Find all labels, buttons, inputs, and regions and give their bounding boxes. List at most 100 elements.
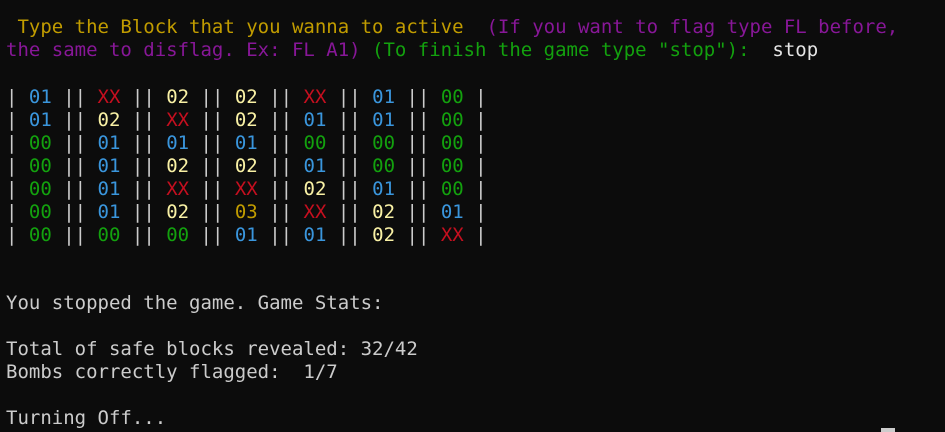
cell-separator: | bbox=[6, 224, 29, 246]
board-cell: XX bbox=[166, 109, 190, 131]
board-cell: 00 bbox=[97, 224, 121, 246]
cell-separator: | bbox=[463, 86, 487, 108]
cell-separator: || bbox=[326, 109, 373, 131]
board-cell: 01 bbox=[166, 132, 190, 154]
cell-separator: || bbox=[51, 224, 98, 246]
cell-separator: || bbox=[120, 109, 167, 131]
board-cell: 00 bbox=[440, 178, 464, 200]
board-cell: 02 bbox=[303, 178, 327, 200]
board-cell: 01 bbox=[303, 155, 327, 177]
prompt-line-2: the same to disflag. Ex: FL A1) (To fini… bbox=[6, 39, 818, 62]
board-cell: 02 bbox=[166, 155, 190, 177]
cell-separator: || bbox=[257, 132, 304, 154]
board-cell: 00 bbox=[28, 178, 52, 200]
cell-separator: || bbox=[257, 155, 304, 177]
board-cell: 01 bbox=[372, 86, 396, 108]
bombs-flagged-label: Bombs correctly flagged: bbox=[6, 361, 304, 383]
board-cell: 01 bbox=[234, 224, 258, 246]
cell-separator: || bbox=[257, 224, 304, 246]
board-row: | 00 || 00 || 00 || 01 || 01 || 02 || XX… bbox=[6, 224, 487, 247]
cell-separator: || bbox=[189, 155, 235, 177]
board-cell: 00 bbox=[440, 109, 464, 131]
turning-off-message: Turning Off... bbox=[6, 407, 167, 429]
board-cell: 02 bbox=[234, 86, 258, 108]
board-cell: 00 bbox=[440, 86, 464, 108]
board-cell: 00 bbox=[372, 155, 396, 177]
board-cell: 02 bbox=[234, 109, 258, 131]
cell-separator: | bbox=[463, 224, 487, 246]
cell-separator: | bbox=[6, 201, 29, 223]
cell-separator: || bbox=[326, 155, 373, 177]
board-cell: 01 bbox=[303, 109, 327, 131]
cell-separator: || bbox=[326, 132, 373, 154]
cell-separator: | bbox=[463, 178, 487, 200]
text-cursor bbox=[881, 428, 895, 432]
board-cell: 02 bbox=[166, 86, 190, 108]
board-cell: 02 bbox=[97, 109, 121, 131]
cell-separator: || bbox=[51, 86, 98, 108]
board-cell: 00 bbox=[28, 132, 52, 154]
cell-separator: || bbox=[395, 86, 441, 108]
cell-separator: || bbox=[51, 155, 98, 177]
cell-separator: || bbox=[395, 178, 441, 200]
terminal-window[interactable]: Type the Block that you wanna to active … bbox=[0, 0, 945, 432]
board-cell: 00 bbox=[28, 201, 52, 223]
board-row: | 00 || 01 || XX || XX || 02 || 01 || 00… bbox=[6, 178, 487, 201]
safe-blocks-stat: Total of safe blocks revealed: 32/42 bbox=[6, 338, 418, 361]
cell-separator: || bbox=[51, 132, 98, 154]
cell-separator: || bbox=[51, 178, 98, 200]
board-cell: XX bbox=[97, 86, 121, 108]
prompt-instruction: Type the Block that you wanna to active bbox=[6, 16, 475, 38]
cell-separator: || bbox=[326, 178, 373, 200]
board-row: | 00 || 01 || 02 || 03 || XX || 02 || 01… bbox=[6, 201, 487, 224]
board-cell: 01 bbox=[372, 178, 396, 200]
cell-separator: || bbox=[189, 178, 235, 200]
board-cell: XX bbox=[303, 86, 327, 108]
board-row: | 01 || 02 || XX || 02 || 01 || 01 || 00… bbox=[6, 109, 487, 132]
board-cell: 01 bbox=[28, 109, 52, 131]
cell-separator: | bbox=[463, 201, 487, 223]
board-cell: 00 bbox=[303, 132, 327, 154]
board-cell: 00 bbox=[28, 224, 52, 246]
board-cell: 00 bbox=[166, 224, 190, 246]
board-cell: 00 bbox=[440, 132, 464, 154]
cell-separator: || bbox=[189, 86, 235, 108]
cell-separator: || bbox=[51, 201, 98, 223]
board-cell: 00 bbox=[372, 132, 396, 154]
cell-separator: || bbox=[395, 201, 441, 223]
cell-separator: || bbox=[395, 155, 441, 177]
prompt-line-1: Type the Block that you wanna to active … bbox=[6, 16, 898, 39]
board-cell: 03 bbox=[234, 201, 258, 223]
cell-separator: || bbox=[395, 224, 441, 246]
cell-separator: || bbox=[120, 86, 167, 108]
prompt-stop-hint: (To finish the game type "stop"): bbox=[360, 39, 750, 61]
board-row: | 00 || 01 || 01 || 01 || 00 || 00 || 00… bbox=[6, 132, 487, 155]
board-cell: XX bbox=[166, 178, 190, 200]
board-cell: 01 bbox=[372, 109, 396, 131]
cell-separator: | bbox=[6, 109, 29, 131]
cell-separator: || bbox=[120, 178, 167, 200]
cell-separator: | bbox=[463, 109, 487, 131]
cell-separator: || bbox=[120, 201, 167, 223]
cell-separator: || bbox=[395, 109, 441, 131]
cell-separator: | bbox=[463, 155, 487, 177]
cell-separator: || bbox=[257, 86, 304, 108]
board-cell: XX bbox=[440, 224, 464, 246]
cell-separator: | bbox=[6, 86, 29, 108]
cell-separator: || bbox=[257, 178, 304, 200]
board-cell: XX bbox=[303, 201, 327, 223]
board-cell: 01 bbox=[97, 201, 121, 223]
board-cell: 01 bbox=[440, 201, 464, 223]
cell-separator: | bbox=[6, 178, 29, 200]
safe-blocks-label: Total of safe blocks revealed: bbox=[6, 338, 361, 360]
board-row: | 00 || 01 || 02 || 02 || 01 || 00 || 00… bbox=[6, 155, 487, 178]
board-cell: 01 bbox=[28, 86, 52, 108]
cell-separator: | bbox=[463, 132, 487, 154]
bombs-flagged-stat: Bombs correctly flagged: 1/7 bbox=[6, 361, 338, 384]
cell-separator: || bbox=[120, 155, 167, 177]
cell-separator: || bbox=[120, 224, 167, 246]
cell-separator: || bbox=[189, 224, 235, 246]
cell-separator: || bbox=[51, 109, 98, 131]
board-cell: 02 bbox=[372, 224, 396, 246]
cell-separator: || bbox=[120, 132, 167, 154]
